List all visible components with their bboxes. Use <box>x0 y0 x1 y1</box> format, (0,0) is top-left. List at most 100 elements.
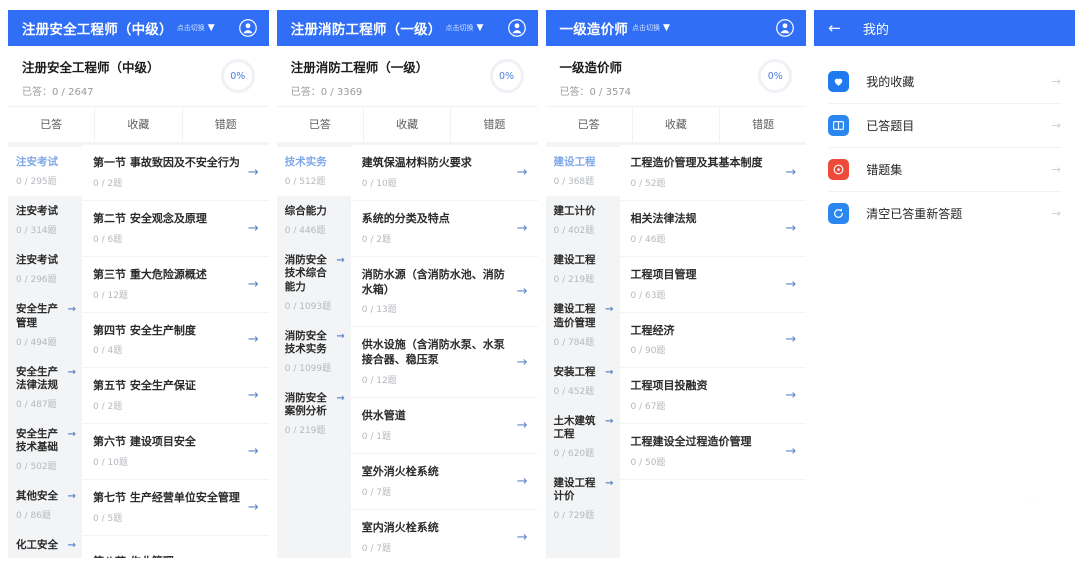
arrow-right-icon[interactable]: → <box>785 332 796 347</box>
chapter-text: 第二节 安全观念及原理 0 / 6题 <box>93 212 242 245</box>
category-item[interactable]: 安装工程 → 0 / 452题 <box>546 357 620 406</box>
category-item[interactable]: 综合能力 0 / 446题 <box>277 196 351 245</box>
panel-switch-hint[interactable]: 点击切换 <box>177 23 205 33</box>
chapter-item[interactable]: 建筑保温材料防火要求 0 / 10题 → <box>350 145 538 201</box>
summary-title: 注册消防工程师（一级） <box>290 60 429 75</box>
category-item[interactable]: 安全生产技术基础 → 0 / 502题 <box>8 419 82 481</box>
category-item[interactable]: 建设工程计价 → 0 / 729题 <box>546 468 620 530</box>
category-item[interactable]: 建工计价 0 / 402题 <box>546 196 620 245</box>
tab-favorites[interactable]: 收藏 <box>633 107 720 142</box>
category-item[interactable]: 安全生产法律法规 → 0 / 487题 <box>8 357 82 419</box>
arrow-right-icon[interactable]: → <box>248 500 259 515</box>
chapter-item[interactable]: 工程项目投融资 0 / 67题 → <box>619 368 807 425</box>
arrow-right-icon[interactable]: → <box>248 277 259 292</box>
category-item[interactable]: 建设工程 0 / 368题 <box>545 147 620 197</box>
chapter-item[interactable]: 第六节 建设项目安全 0 / 10题 → <box>82 424 269 481</box>
chevron-down-icon[interactable]: ▼ <box>663 23 670 33</box>
category-item[interactable]: 消防安全技术综合能力 → 0 / 1093题 <box>277 245 351 320</box>
user-avatar-icon[interactable] <box>776 19 795 37</box>
category-item[interactable]: 安全生产管理 → 0 / 494题 <box>8 294 82 356</box>
panel-header[interactable]: 注册安全工程师（中级） 点击切换 ▼ <box>8 10 269 46</box>
chapter-count: 0 / 12题 <box>361 376 397 387</box>
category-item[interactable]: 消防安全技术实务 → 0 / 1099题 <box>277 321 351 383</box>
category-item[interactable]: 技术实务 0 / 512题 <box>276 147 351 197</box>
chapter-item[interactable]: 系统的分类及特点 0 / 2题 → <box>350 201 538 257</box>
arrow-left-icon[interactable]: ← <box>828 20 841 36</box>
category-item[interactable]: 建设工程 0 / 219题 <box>546 245 620 294</box>
mine-title: 我的 <box>862 22 889 38</box>
tab-wrong[interactable]: 错题 <box>451 107 537 142</box>
category-label-text: 建设工程造价管理 <box>553 303 596 329</box>
category-item[interactable]: 建设工程造价管理 → 0 / 784题 <box>546 294 620 356</box>
tab-answered[interactable]: 已答 <box>8 107 96 142</box>
mine-menu-item[interactable]: 我的收藏 → <box>828 60 1061 104</box>
chapter-item[interactable]: 第三节 重大危险源概述 0 / 12题 → <box>82 257 269 313</box>
tab-wrong[interactable]: 错题 <box>720 107 806 142</box>
arrow-right-icon[interactable]: → <box>785 444 796 459</box>
arrow-right-icon[interactable]: → <box>785 388 796 403</box>
tab-favorites[interactable]: 收藏 <box>364 107 452 142</box>
chapter-item[interactable]: 第四节 安全生产制度 0 / 4题 → <box>82 313 269 369</box>
mine-menu-label: 清空已答重新答题 <box>866 207 963 221</box>
chapter-item[interactable]: 工程建设全过程造价管理 0 / 50题 → <box>619 424 807 481</box>
arrow-right-icon[interactable]: → <box>785 165 796 180</box>
category-item[interactable]: 注安考试 0 / 295题 <box>8 147 82 197</box>
arrow-right-icon[interactable]: → <box>785 221 796 236</box>
arrow-right-icon[interactable]: → <box>517 530 528 545</box>
arrow-right-icon[interactable]: → <box>248 444 259 459</box>
arrow-right-icon[interactable]: → <box>248 555 259 558</box>
category-item[interactable]: 土木建筑工程 → 0 / 620题 <box>546 406 620 468</box>
chapter-item[interactable]: 供水设施（含消防水泵、水泵接合器、稳压泵 0 / 12题 → <box>350 327 538 399</box>
category-item[interactable]: 化工安全 → 0 / 89题 <box>8 530 82 558</box>
user-avatar-icon[interactable] <box>507 19 526 37</box>
chapter-item[interactable]: 第五节 安全生产保证 0 / 2题 → <box>82 368 269 425</box>
chapter-title: 第五节 安全生产保证 <box>93 379 196 393</box>
category-label: 安全生产管理 → <box>16 303 76 329</box>
chapter-item[interactable]: 室内消火栓系统 0 / 7题 → <box>351 510 538 558</box>
mine-menu-item[interactable]: 已答题目 → <box>828 104 1061 148</box>
tab-wrong[interactable]: 错题 <box>183 107 269 142</box>
panel-header[interactable]: 注册消防工程师（一级） 点击切换 ▼ <box>276 10 538 46</box>
arrow-right-icon[interactable]: → <box>248 165 259 180</box>
user-avatar-icon[interactable] <box>238 19 257 37</box>
arrow-right-icon[interactable]: → <box>517 221 528 236</box>
chapter-item[interactable]: 第一节 事故致因及不安全行为 0 / 2题 → <box>82 145 269 201</box>
chapter-item[interactable]: 消防水源（含消防水池、消防水箱） 0 / 13题 → <box>350 257 538 328</box>
chapter-item[interactable]: 工程造价管理及其基本制度 0 / 52题 → <box>619 145 807 201</box>
chapter-item[interactable]: 供水管道 0 / 1题 → <box>350 398 538 454</box>
tab-answered[interactable]: 已答 <box>546 107 633 142</box>
arrow-right-icon[interactable]: → <box>517 474 528 489</box>
arrow-right-icon[interactable]: → <box>517 355 528 370</box>
mine-menu-label: 我的收藏 <box>866 75 915 89</box>
chapter-item[interactable]: 第八节 作业管理 → <box>82 536 269 558</box>
category-item[interactable]: 注安考试 0 / 314题 <box>8 196 82 245</box>
panel-header[interactable]: 一级造价师 点击切换 ▼ <box>545 10 807 46</box>
category-item[interactable]: 消防安全案例分析 → 0 / 219题 <box>277 383 351 445</box>
chapter-item[interactable]: 相关法律法规 0 / 46题 → <box>619 201 807 257</box>
mine-menu-item[interactable]: 错题集 → <box>828 148 1061 192</box>
chevron-down-icon[interactable]: ▼ <box>208 23 215 33</box>
chevron-down-icon[interactable]: ▼ <box>476 23 483 33</box>
tab-favorites[interactable]: 收藏 <box>95 107 183 142</box>
mine-menu-item[interactable]: 清空已答重新答题 → <box>828 192 1061 235</box>
chapter-item[interactable]: 工程项目管理 0 / 63题 → <box>619 257 807 313</box>
panel-switch-hint[interactable]: 点击切换 <box>632 23 660 33</box>
category-item[interactable]: 其他安全 → 0 / 86题 <box>8 481 82 530</box>
arrow-right-icon[interactable]: → <box>248 221 259 236</box>
arrow-right-icon[interactable]: → <box>517 284 528 299</box>
chapter-item[interactable]: 第二节 安全观念及原理 0 / 6题 → <box>82 201 269 257</box>
category-label-text: 消防安全技术实务 <box>284 329 327 355</box>
panel-switch-hint[interactable]: 点击切换 <box>445 23 473 33</box>
chapter-item[interactable]: 工程经济 0 / 90题 → <box>619 313 807 369</box>
chapter-title: 工程项目投融资 <box>630 379 708 393</box>
arrow-right-icon[interactable]: → <box>248 332 259 347</box>
arrow-right-icon[interactable]: → <box>785 277 796 292</box>
arrow-right-icon: → <box>1051 119 1061 132</box>
category-item[interactable]: 注安考试 0 / 296题 <box>8 245 82 294</box>
chapter-item[interactable]: 第七节 生产经营单位安全管理 0 / 5题 → <box>82 480 269 536</box>
arrow-right-icon[interactable]: → <box>517 418 528 433</box>
arrow-right-icon[interactable]: → <box>517 165 528 180</box>
chapter-item[interactable]: 室外消火栓系统 0 / 7题 → <box>350 454 538 510</box>
arrow-right-icon[interactable]: → <box>248 388 259 403</box>
tab-answered[interactable]: 已答 <box>277 107 364 142</box>
